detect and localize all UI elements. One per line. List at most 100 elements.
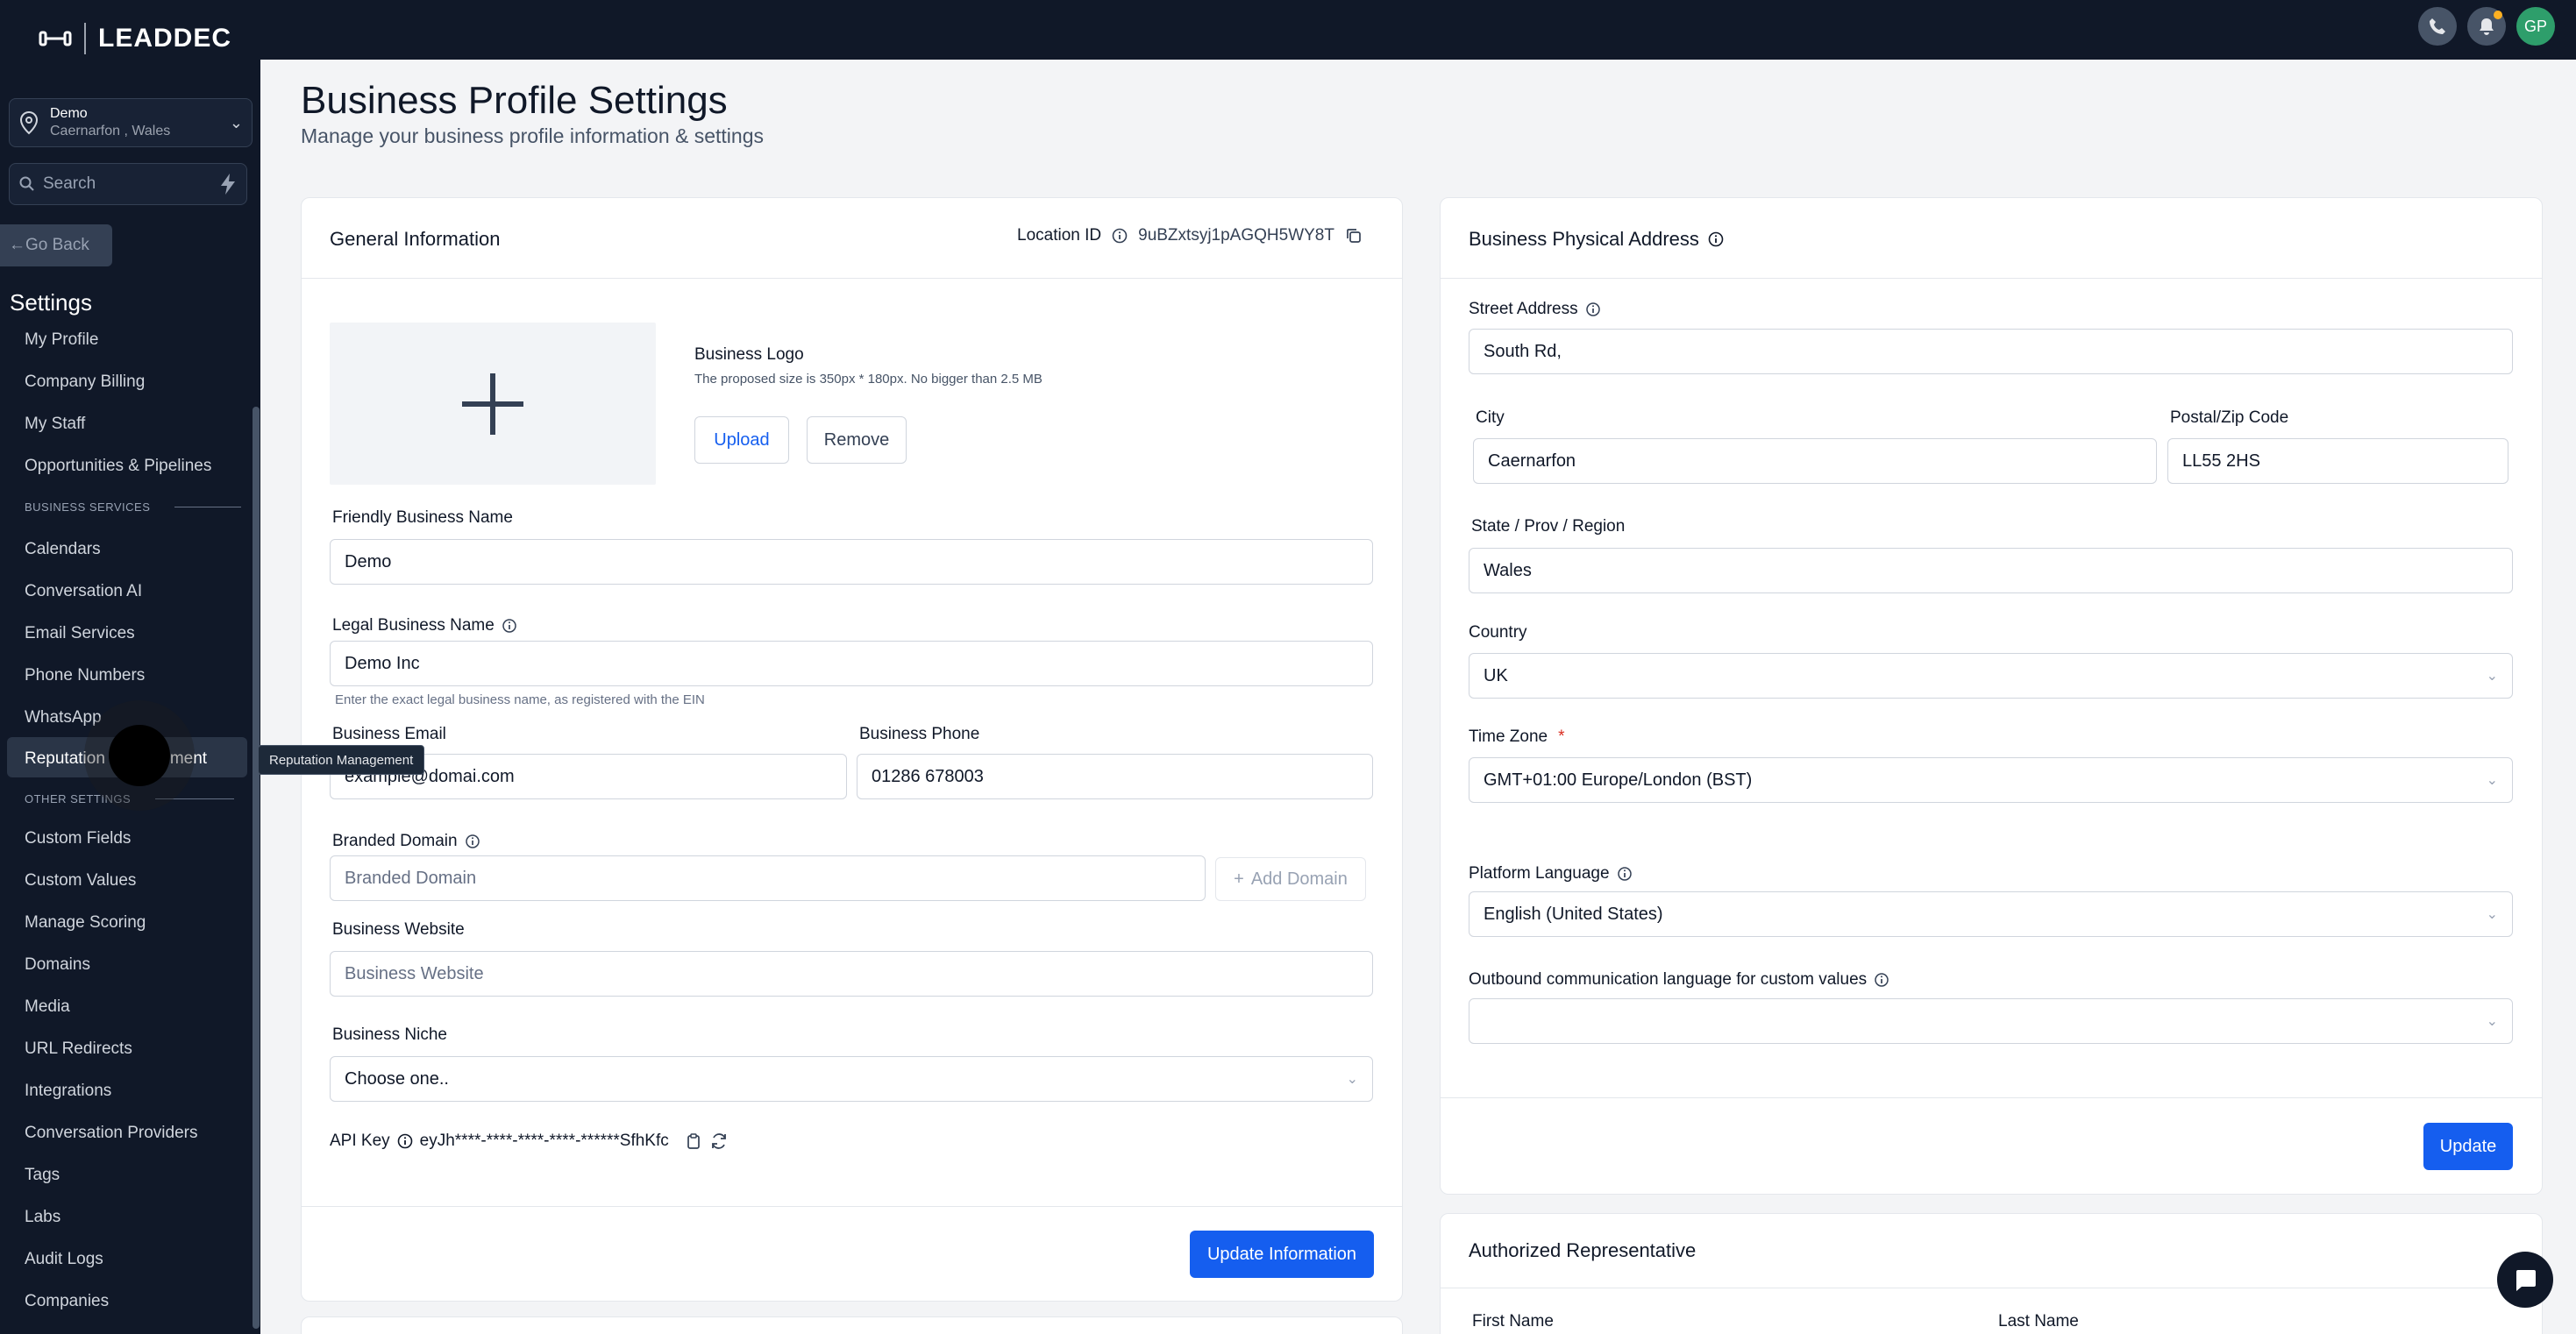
location-name: Demo bbox=[50, 106, 88, 121]
top-bar: GP bbox=[260, 0, 2576, 60]
sidebar-item-conversation-ai[interactable]: Conversation AI bbox=[25, 582, 142, 601]
logo-upload-area[interactable] bbox=[330, 323, 656, 485]
notifications-button[interactable] bbox=[2467, 7, 2506, 46]
go-back-button[interactable]: ← Go Back bbox=[0, 224, 112, 266]
info-icon[interactable] bbox=[1112, 228, 1128, 244]
add-domain-label: Add Domain bbox=[1250, 869, 1348, 889]
sidebar-tooltip: Reputation Management bbox=[258, 745, 425, 775]
sidebar-item-manage-scoring[interactable]: Manage Scoring bbox=[25, 913, 146, 933]
sidebar-item-calendars[interactable]: Calendars bbox=[25, 540, 101, 559]
timezone-select[interactable]: GMT+01:00 Europe/London (BST) ⌄ bbox=[1469, 757, 2513, 803]
sidebar-item-integrations[interactable]: Integrations bbox=[25, 1082, 111, 1101]
info-icon[interactable] bbox=[1585, 302, 1601, 317]
add-domain-button[interactable]: + Add Domain bbox=[1215, 857, 1366, 901]
sidebar-item-opportunities[interactable]: Opportunities & Pipelines bbox=[25, 457, 211, 476]
api-key-label: API Key bbox=[330, 1132, 390, 1150]
location-id-label: Location ID bbox=[1017, 226, 1102, 245]
card-title: Authorized Representative bbox=[1469, 1239, 1697, 1261]
card-header: Business Physical Address bbox=[1441, 198, 2542, 279]
business-address-card: Business Physical Address Street Address… bbox=[1440, 197, 2543, 1195]
sidebar: LEADDEC Demo Caernarfon , Wales ⌄ Search… bbox=[0, 0, 260, 1334]
branded-domain-input[interactable]: Branded Domain bbox=[330, 855, 1206, 901]
clipboard-icon[interactable] bbox=[685, 1132, 702, 1150]
info-icon[interactable] bbox=[1617, 866, 1633, 882]
sidebar-item-my-profile[interactable]: My Profile bbox=[25, 330, 98, 350]
section-label: BUSINESS SERVICES bbox=[25, 500, 151, 514]
sidebar-item-url-redirects[interactable]: URL Redirects bbox=[25, 1040, 132, 1059]
logo-hint: The proposed size is 350px * 180px. No b… bbox=[694, 372, 1042, 387]
lightning-icon[interactable] bbox=[218, 173, 238, 195]
update-information-button[interactable]: Update Information bbox=[1190, 1231, 1374, 1278]
zip-label: Postal/Zip Code bbox=[2170, 408, 2289, 427]
info-icon[interactable] bbox=[1708, 231, 1724, 247]
api-key-value: eyJh****-****-****-****-******SfhKfc bbox=[419, 1132, 669, 1150]
timezone-value: GMT+01:00 Europe/London (BST) bbox=[1484, 770, 1753, 790]
legal-name-input[interactable]: Demo Inc bbox=[330, 641, 1373, 686]
platform-language-select[interactable]: English (United States) ⌄ bbox=[1469, 891, 2513, 937]
sidebar-item-whatsapp[interactable]: WhatsApp bbox=[25, 708, 102, 727]
country-label: Country bbox=[1469, 623, 1527, 642]
phone-button[interactable] bbox=[2418, 7, 2457, 46]
country-value: UK bbox=[1484, 665, 1508, 685]
upload-button[interactable]: Upload bbox=[694, 416, 789, 464]
niche-value: Choose one.. bbox=[345, 1068, 449, 1089]
chevron-down-icon: ⌄ bbox=[1346, 1072, 1358, 1087]
website-label: Business Website bbox=[332, 920, 465, 939]
website-input[interactable]: Business Website bbox=[330, 951, 1373, 997]
logo-label: Business Logo bbox=[694, 345, 804, 364]
sidebar-item-domains[interactable]: Domains bbox=[25, 955, 90, 975]
country-select[interactable]: UK ⌄ bbox=[1469, 653, 2513, 699]
niche-select[interactable]: Choose one.. ⌄ bbox=[330, 1056, 1373, 1102]
info-icon[interactable] bbox=[1874, 972, 1889, 988]
phone-input[interactable]: 01286 678003 bbox=[857, 754, 1373, 799]
copy-icon[interactable] bbox=[1345, 227, 1363, 245]
sidebar-item-my-staff[interactable]: My Staff bbox=[25, 415, 85, 434]
zip-input[interactable]: LL55 2HS bbox=[2167, 438, 2508, 484]
street-input[interactable]: South Rd, bbox=[1469, 329, 2513, 374]
sidebar-item-labs[interactable]: Labs bbox=[25, 1208, 60, 1227]
sidebar-item-custom-fields[interactable]: Custom Fields bbox=[25, 829, 131, 848]
brand-name: LEADDEC bbox=[98, 24, 232, 53]
location-id-row: Location ID 9uBZxtsyj1pAGQH5WY8T bbox=[1017, 226, 1363, 245]
branded-domain-label: Branded Domain bbox=[332, 832, 458, 850]
search-input[interactable]: Search bbox=[9, 163, 247, 205]
page-title: Business Profile Settings bbox=[301, 79, 728, 122]
section-divider bbox=[155, 798, 235, 799]
remove-button[interactable]: Remove bbox=[807, 416, 907, 464]
sidebar-item-email-services[interactable]: Email Services bbox=[25, 624, 135, 643]
sidebar-scrollbar[interactable] bbox=[253, 407, 260, 1329]
state-input[interactable]: Wales bbox=[1469, 548, 2513, 593]
city-input[interactable]: Caernarfon bbox=[1473, 438, 2157, 484]
sidebar-item-audit-logs[interactable]: Audit Logs bbox=[25, 1250, 103, 1269]
location-id-value: 9uBZxtsyj1pAGQH5WY8T bbox=[1138, 226, 1334, 245]
chat-widget-button[interactable] bbox=[2497, 1252, 2553, 1308]
general-information-card: General Information Location ID 9uBZxtsy… bbox=[301, 197, 1403, 1302]
outbound-language-select[interactable]: ⌄ bbox=[1469, 998, 2513, 1044]
friendly-name-input[interactable]: Demo bbox=[330, 539, 1373, 585]
info-icon[interactable] bbox=[502, 618, 517, 634]
timezone-label: Time Zone bbox=[1469, 727, 1548, 746]
location-switcher[interactable]: Demo Caernarfon , Wales ⌄ bbox=[9, 98, 253, 147]
chevron-down-icon: ⌄ bbox=[2486, 907, 2498, 922]
refresh-icon[interactable] bbox=[709, 1132, 729, 1151]
outbound-language-label-row: Outbound communication language for cust… bbox=[1469, 970, 1889, 990]
sidebar-item-custom-values[interactable]: Custom Values bbox=[25, 871, 136, 891]
user-avatar[interactable]: GP bbox=[2516, 7, 2555, 46]
sidebar-title: Settings bbox=[10, 289, 92, 316]
sidebar-item-phone-numbers[interactable]: Phone Numbers bbox=[25, 666, 145, 685]
sidebar-item-company-billing[interactable]: Company Billing bbox=[25, 373, 145, 392]
sidebar-item-media[interactable]: Media bbox=[25, 997, 70, 1017]
sidebar-item-companies[interactable]: Companies bbox=[25, 1292, 109, 1311]
legal-name-label-row: Legal Business Name bbox=[332, 616, 517, 635]
card-footer-divider bbox=[302, 1206, 1402, 1207]
sidebar-item-conversation-providers[interactable]: Conversation Providers bbox=[25, 1124, 197, 1143]
info-icon[interactable] bbox=[465, 834, 480, 849]
card-title-row: Business Physical Address bbox=[1469, 228, 1724, 251]
phone-icon bbox=[2430, 18, 2445, 34]
brand-logo[interactable]: LEADDEC bbox=[39, 23, 231, 54]
state-label: State / Prov / Region bbox=[1471, 517, 1626, 536]
update-address-button[interactable]: Update bbox=[2423, 1123, 2513, 1170]
info-icon[interactable] bbox=[397, 1133, 413, 1149]
card-title: General Information bbox=[330, 228, 501, 250]
sidebar-item-tags[interactable]: Tags bbox=[25, 1166, 60, 1185]
